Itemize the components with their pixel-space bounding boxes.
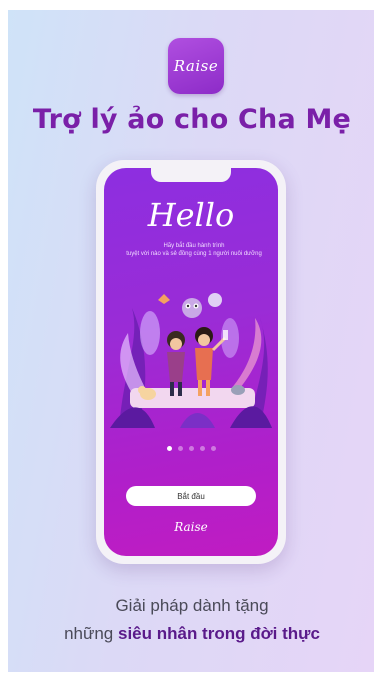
pagination-dot-active[interactable] bbox=[166, 446, 172, 451]
page-title: Trợ lý ảo cho Cha Mẹ bbox=[32, 104, 352, 135]
pagination-dot[interactable] bbox=[177, 446, 183, 451]
pagination-dot[interactable] bbox=[188, 446, 194, 451]
screen-logo: Raise bbox=[174, 520, 208, 534]
pagination-dot[interactable] bbox=[210, 446, 216, 451]
pagination-dot[interactable] bbox=[199, 446, 205, 451]
start-button[interactable]: Bắt đầu bbox=[126, 486, 256, 506]
hello-heading: Hello bbox=[147, 196, 235, 234]
tagline-line2-bold: siêu nhân trong đời thực bbox=[117, 624, 320, 643]
phone-screen: Hello Hãy bắt đầu hành trình tuyệt vời n… bbox=[104, 168, 278, 556]
app-logo-text: Raise bbox=[173, 57, 219, 75]
hello-subtitle-line1: Hãy bắt đầu hành trình bbox=[163, 243, 225, 249]
tagline-line1: Giải pháp dành tặng bbox=[115, 596, 269, 615]
phone-mockup: Hello Hãy bắt đầu hành trình tuyệt vời n… bbox=[96, 160, 286, 564]
tagline-line2-prefix: những bbox=[64, 624, 118, 643]
tagline-line2: những siêu nhân trong đời thực bbox=[0, 624, 384, 644]
hello-subtitle: Hãy bắt đầu hành trình tuyệt vời nào và … bbox=[124, 242, 264, 258]
onboarding-pagination bbox=[104, 446, 278, 451]
hello-subtitle-line2: tuyệt vời nào và sẻ đồng cùng 1 người nu… bbox=[126, 251, 262, 257]
phone-notch bbox=[151, 168, 231, 182]
children-jungle-illustration bbox=[110, 293, 272, 428]
app-logo: Raise bbox=[168, 38, 224, 94]
